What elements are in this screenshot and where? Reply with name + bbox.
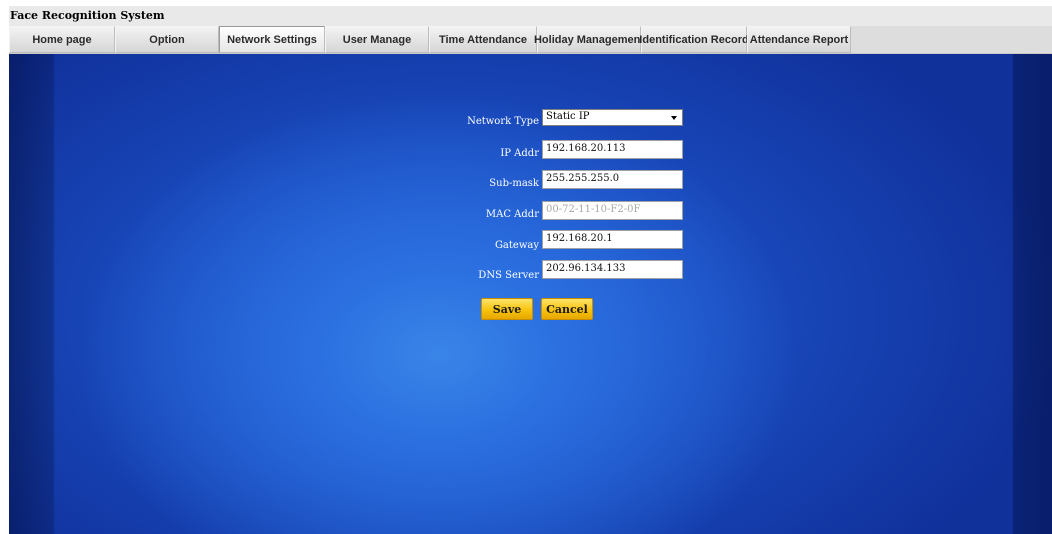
network-type-select[interactable]: Static IP <box>542 109 683 126</box>
tab-identification-record[interactable]: Identification Record <box>639 26 749 53</box>
tab-option[interactable]: Option <box>115 26 219 53</box>
ip-addr-label: IP Addr <box>500 148 539 159</box>
tab-bar: Home page Option Network Settings User M… <box>9 26 1052 54</box>
tab-attendance-report[interactable]: Attendance Report <box>747 26 851 53</box>
chevron-down-icon <box>671 116 677 120</box>
tab-holiday-management[interactable]: Holiday Management <box>534 26 644 53</box>
cancel-button[interactable]: Cancel <box>541 298 593 320</box>
tab-home-page[interactable]: Home page <box>9 26 115 53</box>
mac-addr-label: MAC Addr <box>485 209 539 220</box>
network-settings-panel: Network Type Static IP IP Addr 192.168.2… <box>9 54 1052 534</box>
mac-addr-field: 00-72-11-10-F2-0F <box>542 201 683 220</box>
gateway-label: Gateway <box>494 240 539 251</box>
save-button[interactable]: Save <box>481 298 533 320</box>
tab-user-manage[interactable]: User Manage <box>325 26 429 53</box>
sub-mask-label: Sub-mask <box>489 178 539 189</box>
tab-network-settings[interactable]: Network Settings <box>219 26 325 53</box>
ip-addr-field[interactable]: 192.168.20.113 <box>542 140 683 159</box>
title-bar: Face Recognition System <box>9 6 1052 26</box>
network-type-value: Static IP <box>546 111 590 122</box>
network-type-label: Network Type <box>467 116 539 127</box>
gateway-field[interactable]: 192.168.20.1 <box>542 230 683 249</box>
sub-mask-field[interactable]: 255.255.255.0 <box>542 170 683 189</box>
dns-server-field[interactable]: 202.96.134.133 <box>542 260 683 279</box>
app-title: Face Recognition System <box>10 9 165 22</box>
dns-server-label: DNS Server <box>478 270 539 281</box>
app-window: Face Recognition System Home page Option… <box>9 6 1052 534</box>
tab-time-attendance[interactable]: Time Attendance <box>429 26 537 53</box>
